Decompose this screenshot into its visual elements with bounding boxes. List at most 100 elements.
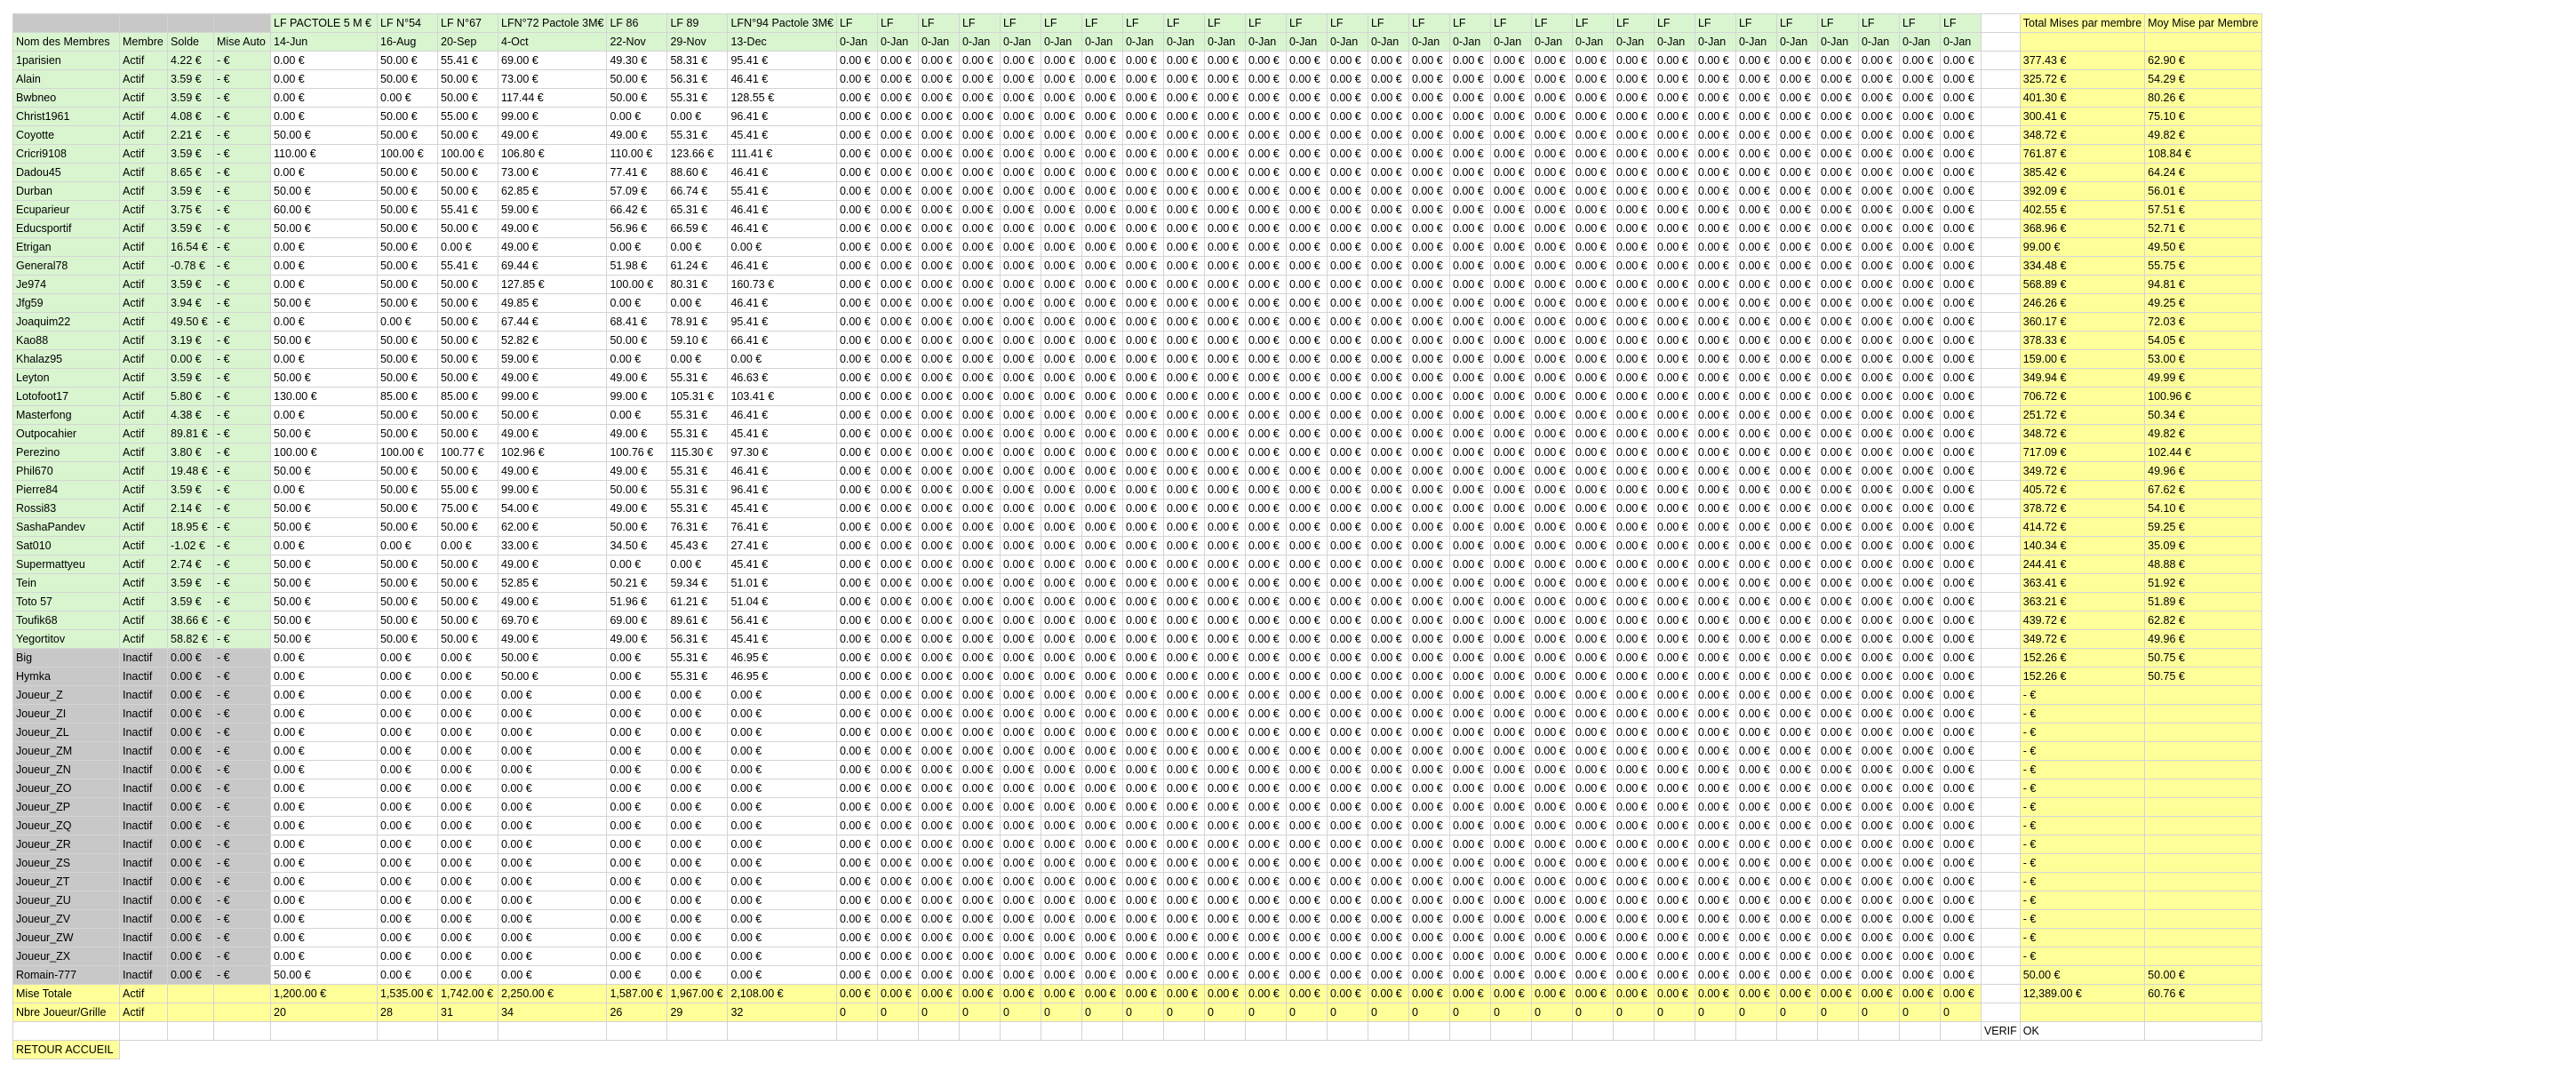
mise-cell[interactable]: 0.00 €	[958, 517, 1001, 537]
mise-totale-cell[interactable]: 1,200.00 €	[270, 984, 378, 1003]
mise-cell[interactable]: 55.41 €	[727, 181, 837, 201]
column-header[interactable]: 0-Jan	[958, 32, 1001, 52]
mise-cell[interactable]: 0.00 €	[1612, 275, 1655, 294]
mise-cell[interactable]: 0.00 €	[1571, 816, 1614, 835]
mise-cell[interactable]: 0.00 €	[1408, 88, 1450, 108]
mise-cell[interactable]: 0.00 €	[270, 349, 378, 369]
mise-cell[interactable]: 0.00 €	[999, 536, 1041, 555]
mise-cell[interactable]: 0.00 €	[835, 891, 878, 910]
mise-cell[interactable]: 0.00 €	[876, 107, 919, 126]
mise-cell[interactable]: 0.00 €	[1489, 349, 1532, 369]
member-name-cell[interactable]: Joueur_ZS	[12, 853, 120, 873]
mise-cell[interactable]: 0.00 €	[1612, 51, 1655, 70]
member-mise-auto-cell[interactable]: - €	[213, 536, 271, 555]
mise-cell[interactable]: 0.00 €	[876, 629, 919, 649]
nbre-joueur-cell[interactable]: 0	[1121, 1003, 1164, 1022]
mise-cell[interactable]: 0.00 €	[1939, 685, 1982, 705]
mise-cell[interactable]: 0.00 €	[1816, 200, 1859, 220]
member-name-cell[interactable]: Joueur_ZN	[12, 760, 120, 779]
mise-cell[interactable]: 0.00 €	[1162, 368, 1205, 388]
mise-cell[interactable]: 0.00 €	[1081, 835, 1123, 854]
mise-cell[interactable]: 0.00 €	[1857, 219, 1900, 238]
mise-totale-status[interactable]: Actif	[119, 984, 168, 1003]
mise-cell[interactable]: 0.00 €	[1530, 200, 1573, 220]
mise-cell[interactable]: 0.00 €	[606, 723, 668, 742]
mise-cell[interactable]: 50.00 €	[437, 125, 498, 145]
mise-cell[interactable]: 52.82 €	[497, 331, 608, 350]
column-group-header[interactable]: LF 86	[606, 13, 668, 33]
empty-cell[interactable]	[1489, 1021, 1532, 1041]
mise-cell[interactable]: 0.00 €	[1489, 51, 1532, 70]
mise-cell[interactable]: 0.00 €	[1408, 816, 1450, 835]
total-mises-cell[interactable]: 251.72 €	[2019, 405, 2146, 425]
column-group-header[interactable]: LF	[876, 13, 919, 33]
mise-cell[interactable]: 0.00 €	[1939, 965, 1982, 985]
mise-cell[interactable]: 0.00 €	[1489, 592, 1532, 611]
member-mise-auto-cell[interactable]: - €	[213, 293, 271, 313]
total-mises-cell[interactable]: 159.00 €	[2019, 349, 2146, 369]
mise-cell[interactable]: 0.00 €	[1040, 88, 1082, 108]
member-mise-auto-cell[interactable]: - €	[213, 760, 271, 779]
mise-cell[interactable]: 0.00 €	[1735, 461, 1777, 481]
mise-cell[interactable]: 69.44 €	[497, 256, 608, 276]
mise-totale-cell[interactable]: 1,967.00 €	[666, 984, 729, 1003]
mise-cell[interactable]: 0.00 €	[1244, 163, 1287, 182]
mise-cell[interactable]: 0.00 €	[1489, 704, 1532, 723]
mise-cell[interactable]: 0.00 €	[1448, 741, 1491, 761]
mise-cell[interactable]: 0.00 €	[1040, 685, 1082, 705]
mise-cell[interactable]: 0.00 €	[1121, 891, 1164, 910]
mise-cell[interactable]: 0.00 €	[1040, 909, 1082, 929]
mise-cell[interactable]: 0.00 €	[1816, 555, 1859, 574]
mise-cell[interactable]: 0.00 €	[1367, 629, 1409, 649]
column-group-header[interactable]: LF	[1816, 13, 1859, 33]
mise-cell[interactable]: 0.00 €	[1898, 499, 1941, 518]
member-status-cell[interactable]: Actif	[119, 405, 168, 425]
mise-cell[interactable]: 0.00 €	[999, 256, 1041, 276]
mise-cell[interactable]: 0.00 €	[1203, 835, 1246, 854]
mise-cell[interactable]: 0.00 €	[958, 891, 1001, 910]
mise-cell[interactable]: 50.00 €	[377, 275, 438, 294]
mise-cell[interactable]: 0.00 €	[1040, 928, 1082, 947]
moy-mise-cell[interactable]: 53.00 €	[2144, 349, 2263, 369]
member-solde-cell[interactable]: 19.48 €	[167, 461, 214, 481]
mise-cell[interactable]: 0.00 €	[1244, 741, 1287, 761]
member-status-cell[interactable]: Inactif	[119, 816, 168, 835]
mise-cell[interactable]: 0.00 €	[1612, 88, 1655, 108]
mise-cell[interactable]: 0.00 €	[1530, 965, 1573, 985]
mise-cell[interactable]: 0.00 €	[1694, 163, 1736, 182]
mise-cell[interactable]: 0.00 €	[1203, 779, 1246, 798]
mise-cell[interactable]: 99.00 €	[497, 387, 608, 406]
empty-cell[interactable]	[1939, 1021, 1982, 1041]
mise-cell[interactable]: 0.00 €	[497, 965, 608, 985]
mise-cell[interactable]: 0.00 €	[1489, 480, 1532, 500]
mise-cell[interactable]: 50.00 €	[437, 88, 498, 108]
mise-cell[interactable]: 0.00 €	[1612, 965, 1655, 985]
empty-cell[interactable]	[666, 1021, 729, 1041]
mise-cell[interactable]: 0.00 €	[1694, 181, 1736, 201]
mise-cell[interactable]: 0.00 €	[1203, 107, 1246, 126]
mise-cell[interactable]: 100.00 €	[606, 275, 668, 294]
mise-totale-cell[interactable]: 1,535.00 €	[377, 984, 438, 1003]
mise-cell[interactable]: 0.00 €	[1694, 947, 1736, 966]
member-solde-cell[interactable]: 5.80 €	[167, 387, 214, 406]
mise-cell[interactable]: 0.00 €	[1367, 69, 1409, 89]
member-name-cell[interactable]: Khalaz95	[12, 349, 120, 369]
mise-cell[interactable]: 0.00 €	[1857, 237, 1900, 257]
mise-cell[interactable]: 0.00 €	[1040, 331, 1082, 350]
mise-cell[interactable]: 0.00 €	[1857, 592, 1900, 611]
mise-cell[interactable]: 99.00 €	[497, 480, 608, 500]
mise-cell[interactable]: 0.00 €	[270, 685, 378, 705]
mise-cell[interactable]: 0.00 €	[1162, 107, 1205, 126]
mise-cell[interactable]: 0.00 €	[1244, 816, 1287, 835]
member-mise-auto-cell[interactable]: - €	[213, 88, 271, 108]
mise-cell[interactable]: 0.00 €	[1162, 816, 1205, 835]
total-mises-cell[interactable]: 348.72 €	[2019, 125, 2146, 145]
mise-cell[interactable]: 0.00 €	[835, 872, 878, 891]
member-mise-auto-cell[interactable]: - €	[213, 480, 271, 500]
mise-cell[interactable]: 0.00 €	[1162, 312, 1205, 332]
mise-cell[interactable]: 0.00 €	[1326, 51, 1368, 70]
mise-cell[interactable]: 0.00 €	[835, 51, 878, 70]
mise-cell[interactable]: 0.00 €	[958, 704, 1001, 723]
mise-cell[interactable]: 0.00 €	[1326, 181, 1368, 201]
mise-cell[interactable]: 0.00 €	[1735, 667, 1777, 686]
